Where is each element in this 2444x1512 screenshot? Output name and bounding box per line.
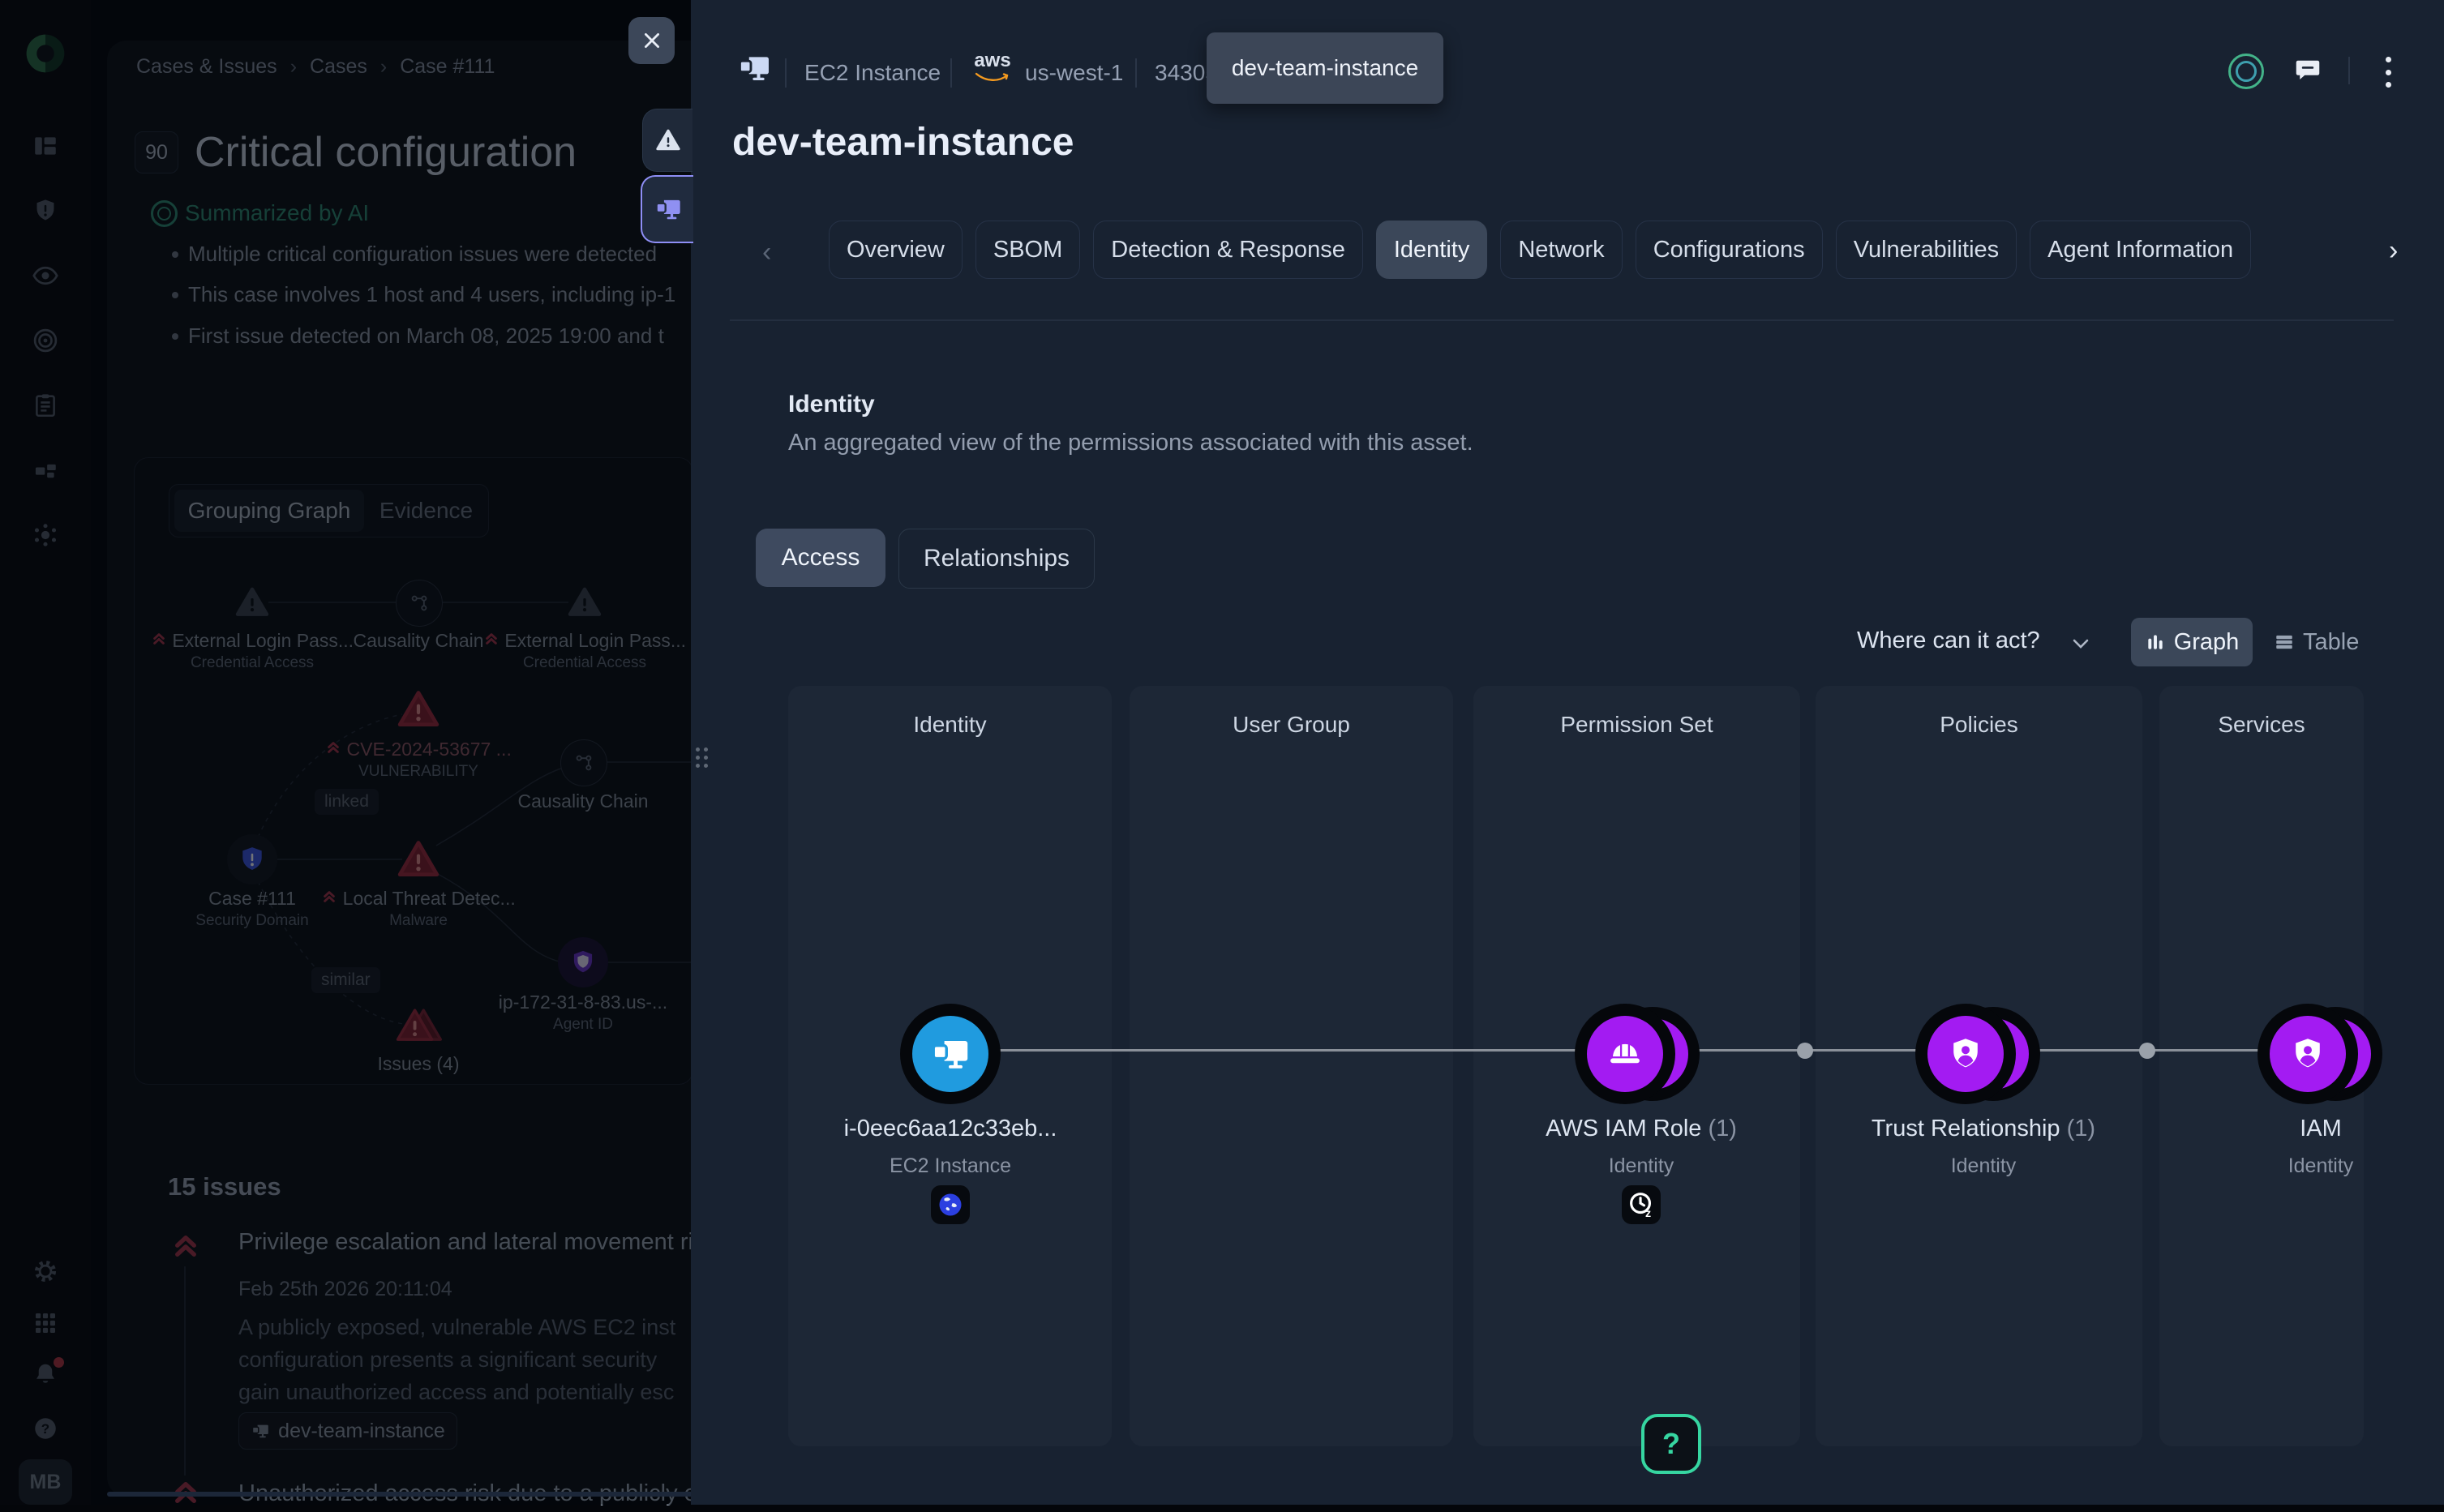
edge-junction-dot (1797, 1043, 1813, 1059)
region-label: us-west-1 (1025, 60, 1123, 86)
column-header: User Group (1130, 712, 1453, 738)
iam-role-hardhat-icon (1605, 1034, 1645, 1074)
globe-icon (936, 1190, 965, 1219)
ec2-instance-icon (929, 1033, 971, 1075)
mode-button-access[interactable]: Access (756, 529, 885, 587)
node-label: AWS IAM Role (1) (1479, 1116, 1803, 1142)
header-divider (950, 58, 952, 88)
chat-icon (2293, 55, 2322, 84)
ec2-instance-icon (654, 195, 683, 224)
bar-chart-icon (2145, 632, 2166, 653)
tabs-divider (730, 319, 2394, 321)
comments-button[interactable] (2293, 55, 2322, 88)
clock-timezone-icon: z (1626, 1189, 1657, 1220)
mode-button-relationships[interactable]: Relationships (898, 529, 1095, 589)
edge-junction-dot (2139, 1043, 2155, 1059)
node-sublabel: Identity (2159, 1154, 2444, 1178)
column-header: Identity (788, 712, 1112, 738)
panel-resize-handle[interactable] (696, 747, 708, 768)
tab-vulnerabilities[interactable]: Vulnerabilities (1836, 221, 2017, 279)
tab-detection-response[interactable]: Detection & Response (1093, 221, 1363, 279)
svg-text:z: z (1645, 1207, 1651, 1220)
shield-person-icon (1946, 1034, 1985, 1073)
section-heading: Identity (788, 391, 875, 418)
node-ec2-instance[interactable] (900, 1004, 1001, 1104)
temporary-session-badge[interactable]: z (1622, 1185, 1661, 1224)
column-header: Policies (1816, 712, 2142, 738)
tab-sbom[interactable]: SBOM (975, 221, 1080, 279)
node-sublabel: Identity (1479, 1154, 1803, 1178)
ec2-instance-icon (735, 50, 774, 90)
asset-detail-panel: EC2 Instance aws us-west-1 343059098 dev… (691, 0, 2444, 1505)
header-divider (1135, 58, 1137, 88)
chevron-down-icon[interactable] (2071, 637, 2090, 654)
column-user-group: User Group (1130, 686, 1453, 1446)
tab-network[interactable]: Network (1500, 221, 1622, 279)
node-sublabel: EC2 Instance (788, 1154, 1113, 1178)
header-divider (785, 58, 787, 88)
asset-type-label: EC2 Instance (804, 60, 941, 86)
node-sublabel: Identity (1821, 1154, 2146, 1178)
tooltip: dev-team-instance (1207, 32, 1443, 104)
close-icon (641, 30, 662, 51)
help-question-glyph: ? (1662, 1427, 1680, 1461)
node-iam[interactable] (2257, 1004, 2408, 1104)
tab-agent-information[interactable]: Agent Information (2030, 221, 2251, 279)
tabs-scroll-left[interactable]: ‹ (762, 237, 771, 268)
panel-tab-asset-active[interactable] (641, 175, 693, 243)
tabs-scroll-right[interactable]: › (2389, 235, 2398, 267)
tab-overview[interactable]: Overview (829, 221, 963, 279)
view-toggle-table[interactable]: Table (2274, 624, 2359, 660)
section-description: An aggregated view of the permissions as… (788, 430, 1473, 456)
view-toggle-graph-label: Graph (2174, 629, 2240, 656)
warning-triangle-icon (655, 127, 681, 153)
help-button[interactable]: ? (1641, 1414, 1701, 1474)
tab-identity[interactable]: Identity (1376, 221, 1488, 279)
page-title: dev-team-instance (732, 120, 1074, 165)
node-aws-iam-role[interactable] (1575, 1004, 1726, 1104)
ai-assist-icon[interactable] (2228, 54, 2264, 89)
view-toggle-graph[interactable]: Graph (2131, 618, 2253, 666)
public-exposure-badge[interactable] (931, 1185, 970, 1224)
column-header: Permission Set (1473, 712, 1800, 738)
column-header: Services (2159, 712, 2364, 738)
aws-logo: aws (970, 50, 1015, 86)
header-divider (2348, 57, 2350, 84)
view-toggle-table-label: Table (2303, 629, 2359, 656)
act-filter-label[interactable]: Where can it act? (1857, 628, 2040, 654)
tab-strip: Overview SBOM Detection & Response Ident… (829, 221, 2352, 282)
shield-person-icon (2288, 1034, 2327, 1073)
kebab-menu-button[interactable] (2376, 55, 2400, 89)
node-label: IAM (2159, 1116, 2444, 1142)
node-label: i-0eec6aa12c33eb... (788, 1116, 1113, 1142)
table-list-icon (2274, 632, 2295, 653)
tab-configurations[interactable]: Configurations (1636, 221, 1823, 279)
panel-tab-alerts[interactable] (642, 109, 692, 172)
node-label: Trust Relationship (1) (1821, 1116, 2146, 1142)
node-trust-relationship[interactable] (1915, 1004, 2066, 1104)
tooltip-text: dev-team-instance (1232, 55, 1418, 81)
close-button[interactable] (628, 17, 675, 64)
